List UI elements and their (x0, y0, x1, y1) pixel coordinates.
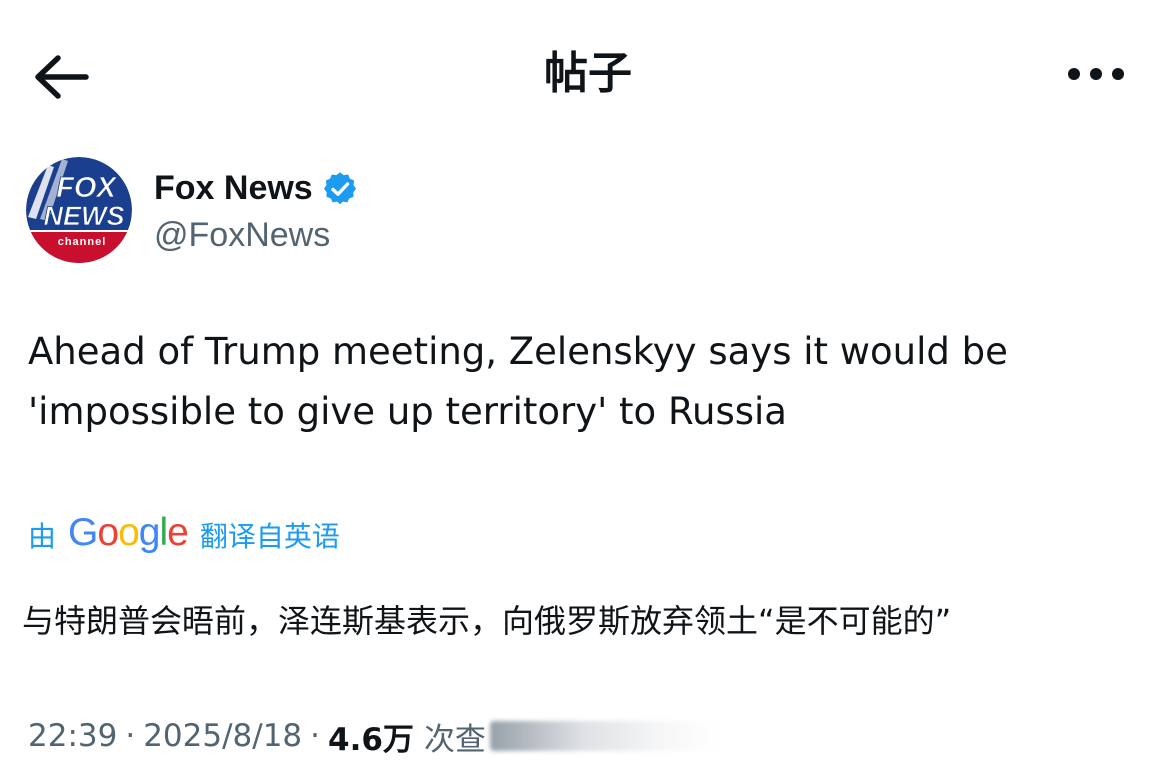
avatar[interactable]: FOX NEWS channel (26, 157, 132, 263)
logo-line1: FOX (56, 172, 117, 204)
translated-by-suffix: 翻译自英语 (199, 520, 340, 553)
logo-line3: channel (58, 236, 107, 248)
google-logo: Google (68, 511, 189, 554)
translated-by-prefix: 由 (28, 520, 57, 553)
translated-text: 与特朗普会晤前，泽连斯基表示，向俄罗斯放弃领土“是不可能的” (22, 602, 952, 640)
logo-line2: NEWS (44, 201, 125, 231)
display-name-row: Fox News (154, 166, 357, 212)
blurred-watermark (489, 721, 720, 751)
meta-separator: · (125, 718, 136, 754)
views-label: 次查 (423, 721, 486, 758)
top-bar: 帖子 (0, 0, 1176, 150)
author-info: Fox News @FoxNews (154, 166, 357, 255)
translated-by-link[interactable]: 由 Google 翻译自英语 (28, 510, 340, 560)
tweet-text-line: Ahead of Trump meeting, Zelenskyy says i… (28, 330, 1008, 373)
tweet-date[interactable]: 2025/8/18 (143, 718, 302, 754)
more-options-button[interactable] (1056, 52, 1136, 96)
tweet-meta: 22:39 · 2025/8/18 · 4.6万 次查 (28, 712, 720, 760)
page-title: 帖子 (544, 48, 632, 99)
tweet-author: FOX NEWS channel Fox News @FoxNews (26, 156, 357, 264)
fox-news-logo: FOX NEWS channel (26, 157, 132, 263)
author-handle[interactable]: @FoxNews (154, 216, 357, 255)
views-count: 4.6万 (328, 721, 414, 758)
display-name[interactable]: Fox News (154, 169, 313, 208)
tweet-text-line: 'impossible to give up territory' to Rus… (28, 390, 787, 433)
meta-separator: · (310, 718, 321, 754)
verified-badge-icon (323, 171, 356, 204)
more-horizontal-icon (1068, 68, 1124, 80)
tweet-text: Ahead of Trump meeting, Zelenskyy says i… (28, 322, 1128, 442)
tweet-time[interactable]: 22:39 (28, 718, 117, 754)
